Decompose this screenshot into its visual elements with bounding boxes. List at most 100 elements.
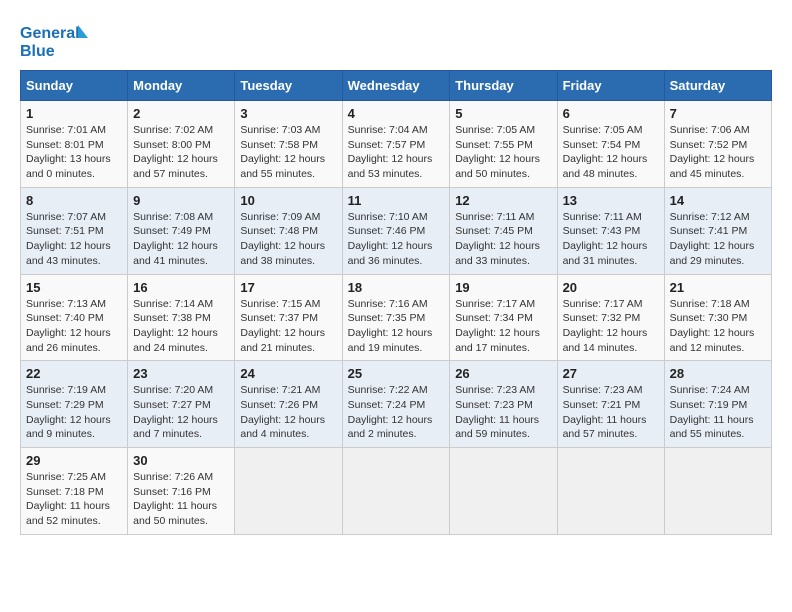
calendar-table: SundayMondayTuesdayWednesdayThursdayFrid… xyxy=(20,70,772,535)
day-info: Sunrise: 7:11 AM Sunset: 7:45 PM Dayligh… xyxy=(455,210,551,269)
calendar-body: 1Sunrise: 7:01 AM Sunset: 8:01 PM Daylig… xyxy=(21,101,772,535)
day-info: Sunrise: 7:06 AM Sunset: 7:52 PM Dayligh… xyxy=(670,123,766,182)
day-number: 30 xyxy=(133,453,229,468)
day-info: Sunrise: 7:22 AM Sunset: 7:24 PM Dayligh… xyxy=(348,383,445,442)
calendar-cell: 4 Sunrise: 7:04 AM Sunset: 7:57 PM Daylig… xyxy=(342,101,450,188)
day-info: Sunrise: 7:25 AM Sunset: 7:18 PM Dayligh… xyxy=(26,470,122,529)
calendar-cell: 17 Sunrise: 7:15 AM Sunset: 7:37 PM Dayli… xyxy=(235,274,342,361)
calendar-cell: 23Sunrise: 7:20 AM Sunset: 7:27 PM Dayli… xyxy=(128,361,235,448)
svg-text:General: General xyxy=(20,25,80,42)
day-number: 20 xyxy=(563,280,659,295)
day-info: Sunrise: 7:15 AM Sunset: 7:37 PM Dayligh… xyxy=(240,297,336,356)
calendar-cell xyxy=(664,448,771,535)
day-number: 24 xyxy=(240,366,336,381)
day-number: 29 xyxy=(26,453,122,468)
day-info: Sunrise: 7:23 AM Sunset: 7:21 PM Dayligh… xyxy=(563,383,659,442)
day-number: 16 xyxy=(133,280,229,295)
calendar-cell: 7 Sunrise: 7:06 AM Sunset: 7:52 PM Daylig… xyxy=(664,101,771,188)
day-number: 23 xyxy=(133,366,229,381)
calendar-week-row: 15 Sunrise: 7:13 AM Sunset: 7:40 PM Dayli… xyxy=(21,274,772,361)
page-header: GeneralBlue xyxy=(20,20,772,60)
day-number: 9 xyxy=(133,193,229,208)
weekday-header-friday: Friday xyxy=(557,71,664,101)
day-info: Sunrise: 7:07 AM Sunset: 7:51 PM Dayligh… xyxy=(26,210,122,269)
calendar-cell: 21 Sunrise: 7:18 AM Sunset: 7:30 PM Dayli… xyxy=(664,274,771,361)
calendar-cell: 2Sunrise: 7:02 AM Sunset: 8:00 PM Daylig… xyxy=(128,101,235,188)
calendar-cell: 27 Sunrise: 7:23 AM Sunset: 7:21 PM Dayli… xyxy=(557,361,664,448)
calendar-cell: 24 Sunrise: 7:21 AM Sunset: 7:26 PM Dayli… xyxy=(235,361,342,448)
day-number: 8 xyxy=(26,193,122,208)
day-info: Sunrise: 7:18 AM Sunset: 7:30 PM Dayligh… xyxy=(670,297,766,356)
calendar-cell xyxy=(450,448,557,535)
day-number: 22 xyxy=(26,366,122,381)
calendar-cell: 3 Sunrise: 7:03 AM Sunset: 7:58 PM Daylig… xyxy=(235,101,342,188)
calendar-cell: 14 Sunrise: 7:12 AM Sunset: 7:41 PM Dayli… xyxy=(664,187,771,274)
weekday-header-wednesday: Wednesday xyxy=(342,71,450,101)
day-info: Sunrise: 7:05 AM Sunset: 7:55 PM Dayligh… xyxy=(455,123,551,182)
day-info: Sunrise: 7:05 AM Sunset: 7:54 PM Dayligh… xyxy=(563,123,659,182)
calendar-cell: 12 Sunrise: 7:11 AM Sunset: 7:45 PM Dayli… xyxy=(450,187,557,274)
calendar-week-row: 22 Sunrise: 7:19 AM Sunset: 7:29 PM Dayli… xyxy=(21,361,772,448)
day-number: 27 xyxy=(563,366,659,381)
day-number: 21 xyxy=(670,280,766,295)
calendar-cell: 25 Sunrise: 7:22 AM Sunset: 7:24 PM Dayli… xyxy=(342,361,450,448)
day-info: Sunrise: 7:11 AM Sunset: 7:43 PM Dayligh… xyxy=(563,210,659,269)
day-info: Sunrise: 7:08 AM Sunset: 7:49 PM Dayligh… xyxy=(133,210,229,269)
calendar-cell: 13Sunrise: 7:11 AM Sunset: 7:43 PM Dayli… xyxy=(557,187,664,274)
day-info: Sunrise: 7:12 AM Sunset: 7:41 PM Dayligh… xyxy=(670,210,766,269)
calendar-cell: 1Sunrise: 7:01 AM Sunset: 8:01 PM Daylig… xyxy=(21,101,128,188)
day-info: Sunrise: 7:03 AM Sunset: 7:58 PM Dayligh… xyxy=(240,123,336,182)
weekday-header-sunday: Sunday xyxy=(21,71,128,101)
day-number: 15 xyxy=(26,280,122,295)
calendar-week-row: 8 Sunrise: 7:07 AM Sunset: 7:51 PM Daylig… xyxy=(21,187,772,274)
day-info: Sunrise: 7:19 AM Sunset: 7:29 PM Dayligh… xyxy=(26,383,122,442)
day-number: 10 xyxy=(240,193,336,208)
calendar-cell: 22 Sunrise: 7:19 AM Sunset: 7:29 PM Dayli… xyxy=(21,361,128,448)
calendar-cell: 5 Sunrise: 7:05 AM Sunset: 7:55 PM Daylig… xyxy=(450,101,557,188)
day-info: Sunrise: 7:24 AM Sunset: 7:19 PM Dayligh… xyxy=(670,383,766,442)
calendar-cell: 20 Sunrise: 7:17 AM Sunset: 7:32 PM Dayli… xyxy=(557,274,664,361)
day-number: 12 xyxy=(455,193,551,208)
day-number: 28 xyxy=(670,366,766,381)
day-number: 7 xyxy=(670,106,766,121)
day-number: 5 xyxy=(455,106,551,121)
calendar-cell: 9 Sunrise: 7:08 AM Sunset: 7:49 PM Daylig… xyxy=(128,187,235,274)
logo-svg: GeneralBlue xyxy=(20,20,90,60)
calendar-week-row: 29 Sunrise: 7:25 AM Sunset: 7:18 PM Dayli… xyxy=(21,448,772,535)
weekday-header-saturday: Saturday xyxy=(664,71,771,101)
calendar-cell: 26 Sunrise: 7:23 AM Sunset: 7:23 PM Dayli… xyxy=(450,361,557,448)
day-number: 3 xyxy=(240,106,336,121)
day-number: 26 xyxy=(455,366,551,381)
day-info: Sunrise: 7:09 AM Sunset: 7:48 PM Dayligh… xyxy=(240,210,336,269)
day-info: Sunrise: 7:26 AM Sunset: 7:16 PM Dayligh… xyxy=(133,470,229,529)
day-info: Sunrise: 7:17 AM Sunset: 7:32 PM Dayligh… xyxy=(563,297,659,356)
logo: GeneralBlue xyxy=(20,20,90,60)
day-number: 11 xyxy=(348,193,445,208)
day-number: 1 xyxy=(26,106,122,121)
day-number: 4 xyxy=(348,106,445,121)
day-number: 19 xyxy=(455,280,551,295)
calendar-cell: 29 Sunrise: 7:25 AM Sunset: 7:18 PM Dayli… xyxy=(21,448,128,535)
calendar-cell xyxy=(342,448,450,535)
calendar-cell: 28 Sunrise: 7:24 AM Sunset: 7:19 PM Dayli… xyxy=(664,361,771,448)
day-info: Sunrise: 7:04 AM Sunset: 7:57 PM Dayligh… xyxy=(348,123,445,182)
calendar-week-row: 1Sunrise: 7:01 AM Sunset: 8:01 PM Daylig… xyxy=(21,101,772,188)
svg-text:Blue: Blue xyxy=(20,43,55,60)
weekday-header-tuesday: Tuesday xyxy=(235,71,342,101)
day-number: 25 xyxy=(348,366,445,381)
day-info: Sunrise: 7:16 AM Sunset: 7:35 PM Dayligh… xyxy=(348,297,445,356)
day-info: Sunrise: 7:14 AM Sunset: 7:38 PM Dayligh… xyxy=(133,297,229,356)
day-info: Sunrise: 7:23 AM Sunset: 7:23 PM Dayligh… xyxy=(455,383,551,442)
calendar-cell: 16 Sunrise: 7:14 AM Sunset: 7:38 PM Dayli… xyxy=(128,274,235,361)
calendar-cell xyxy=(235,448,342,535)
day-number: 18 xyxy=(348,280,445,295)
day-info: Sunrise: 7:21 AM Sunset: 7:26 PM Dayligh… xyxy=(240,383,336,442)
day-number: 2 xyxy=(133,106,229,121)
day-info: Sunrise: 7:13 AM Sunset: 7:40 PM Dayligh… xyxy=(26,297,122,356)
day-number: 6 xyxy=(563,106,659,121)
calendar-cell: 30 Sunrise: 7:26 AM Sunset: 7:16 PM Dayli… xyxy=(128,448,235,535)
calendar-cell xyxy=(557,448,664,535)
weekday-row: SundayMondayTuesdayWednesdayThursdayFrid… xyxy=(21,71,772,101)
day-number: 14 xyxy=(670,193,766,208)
day-number: 17 xyxy=(240,280,336,295)
